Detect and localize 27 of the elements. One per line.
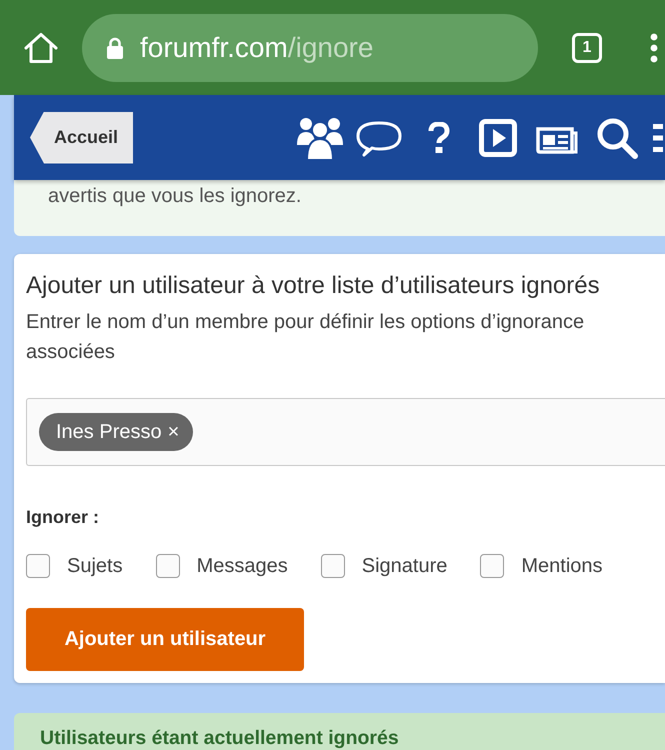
menu-icon[interactable] — [650, 32, 658, 62]
token-label: Ines Presso — [56, 420, 162, 444]
checkbox[interactable] — [480, 554, 504, 578]
address-bar[interactable]: forumfr.com/ignore — [82, 14, 538, 82]
ignored-users-title: Utilisateurs étant actuellement ignorés — [40, 727, 399, 749]
remove-token-button[interactable]: × — [168, 420, 180, 444]
form-title: Ajouter un utilisateur à votre liste d’utilisateurs ignorés — [26, 271, 601, 301]
lock-icon — [106, 36, 124, 58]
option-label: Mentions — [521, 554, 603, 578]
option-label: Sujets — [67, 554, 123, 578]
member-name-field[interactable]: Ines Presso × — [26, 398, 665, 466]
home-tab[interactable]: Accueil — [30, 112, 133, 164]
home-icon[interactable] — [24, 32, 58, 64]
tab-switcher-button[interactable]: 1 — [572, 32, 602, 62]
checkbox[interactable] — [26, 554, 50, 578]
ignore-label: Ignorer : — [26, 506, 100, 528]
add-user-button[interactable]: Ajouter un utilisateur — [26, 608, 304, 671]
option-label: Messages — [196, 554, 288, 578]
option-label: Signature — [362, 554, 448, 578]
play-icon[interactable] — [479, 118, 517, 156]
notice-text: avertis que vous les ignorez. — [48, 185, 302, 207]
url-text: forumfr.com/ignore — [140, 32, 374, 64]
checkbox[interactable] — [156, 554, 180, 578]
question-icon[interactable] — [428, 122, 450, 154]
search-icon[interactable] — [596, 116, 638, 158]
form-description: Entrer le nom d’un membre pour définir les options d’ignorance associées — [26, 310, 586, 365]
checkbox[interactable] — [320, 554, 345, 578]
